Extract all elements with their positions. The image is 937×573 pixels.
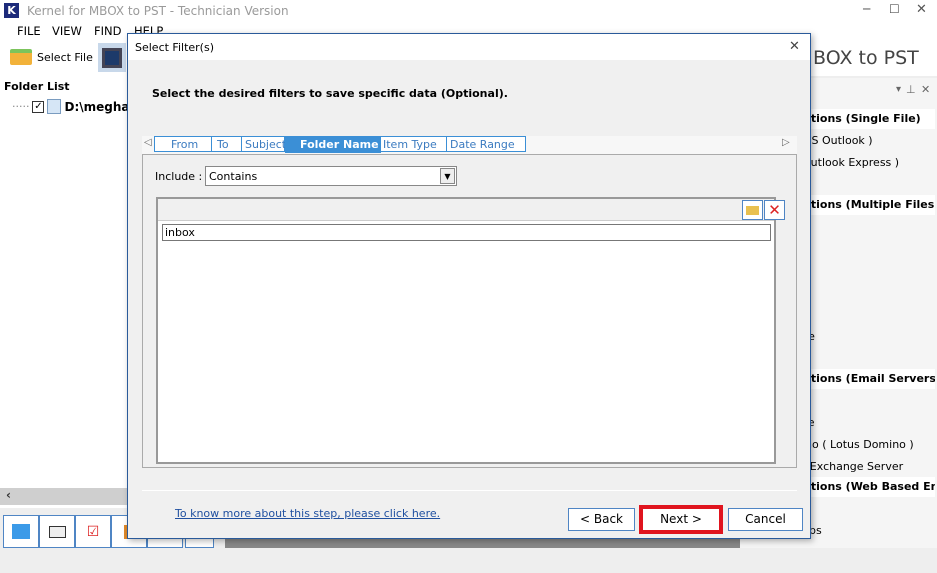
pane-close-icon[interactable]: ✕ xyxy=(921,83,930,96)
tab-folder-name[interactable]: Folder Name xyxy=(285,136,381,153)
open-folder-icon xyxy=(10,49,32,65)
help-link[interactable]: To know more about this step, please cli… xyxy=(175,507,440,520)
select-file-button[interactable]: Select File xyxy=(10,44,93,70)
save-button[interactable] xyxy=(98,43,126,72)
export-option-item[interactable]: MS Outlook ) xyxy=(802,134,937,147)
folder-icon xyxy=(746,206,759,215)
contacts-view-button[interactable] xyxy=(39,515,75,548)
export-option-item[interactable]: 5 xyxy=(802,394,937,407)
chevron-down-icon[interactable]: ▼ xyxy=(440,168,455,184)
folder-list-title: Folder List xyxy=(4,80,70,93)
browse-folder-button[interactable] xyxy=(742,200,763,220)
menu-file[interactable]: FILE xyxy=(17,24,41,38)
tab-item-type[interactable]: Item Type xyxy=(380,136,447,152)
app-heading: BOX to PST xyxy=(813,47,919,69)
options-group-header: ptions (Single File) xyxy=(800,109,935,129)
tab-from[interactable]: From xyxy=(154,136,212,152)
tab-panel: Include : Contains ▼ ✕ inbox xyxy=(142,154,797,468)
options-group-header: ptions (Web Based Emai xyxy=(800,477,935,497)
cancel-button[interactable]: Cancel xyxy=(728,508,803,531)
export-option-item[interactable]: e xyxy=(802,178,937,191)
maximize-button[interactable]: ☐ xyxy=(889,2,900,16)
include-select-value: Contains xyxy=(209,170,258,183)
menu-find[interactable]: FIND xyxy=(94,24,121,38)
close-window-button[interactable]: ✕ xyxy=(916,2,927,17)
select-file-label: Select File xyxy=(37,50,93,64)
app-logo-icon: K xyxy=(4,3,19,18)
export-option-item[interactable]: ino ( Lotus Domino ) xyxy=(802,438,937,451)
checkbox-checked-icon[interactable]: ✓ xyxy=(32,100,45,113)
minimize-button[interactable]: ─ xyxy=(863,2,870,16)
export-option-item[interactable]: ile xyxy=(802,330,937,343)
calendar-icon xyxy=(12,524,30,539)
options-group-header: ptions (Email Servers) xyxy=(800,369,935,389)
menu-view[interactable]: VIEW xyxy=(52,24,82,38)
tab-scroll-right-icon[interactable]: ▷ xyxy=(782,137,790,148)
title-bar: K Kernel for MBOX to PST - Technician Ve… xyxy=(0,0,937,22)
dialog-title: Select Filter(s) xyxy=(135,41,214,54)
contact-card-icon xyxy=(48,525,66,538)
include-select[interactable]: Contains ▼ xyxy=(205,166,457,186)
mail-file-icon xyxy=(47,99,62,114)
tab-scroll-left-icon[interactable]: ◁ xyxy=(144,137,152,148)
tab-strip: ◁ ▷ From To Subject Folder Name Item Typ… xyxy=(142,136,797,154)
task-clipboard-icon: ☑ xyxy=(86,523,100,540)
tasks-view-button[interactable]: ☑ xyxy=(75,515,111,548)
calendar-view-button[interactable] xyxy=(3,515,39,548)
tab-to[interactable]: To xyxy=(211,136,242,152)
pin-icon[interactable]: ⊥ xyxy=(906,83,916,96)
tab-subject[interactable]: Subject xyxy=(241,136,286,152)
filter-list: ✕ inbox xyxy=(156,197,785,464)
status-bar xyxy=(0,548,937,573)
scroll-left-icon[interactable]: ‹ xyxy=(6,488,11,502)
folder-name-input[interactable]: inbox xyxy=(162,224,771,241)
dialog-title-bar: Select Filter(s) ✕ xyxy=(128,34,810,60)
export-option-item[interactable]: se xyxy=(802,416,937,429)
pane-dropdown-icon[interactable]: ▾ xyxy=(896,84,901,95)
dialog-close-button[interactable]: ✕ xyxy=(789,39,800,54)
export-option-item[interactable]: t Exchange Server xyxy=(802,460,937,473)
export-option-item[interactable]: Outlook Express ) xyxy=(802,156,937,169)
back-button[interactable]: < Back xyxy=(568,508,635,531)
window-title: Kernel for MBOX to PST - Technician Vers… xyxy=(27,4,289,18)
dialog-instruction: Select the desired filters to save speci… xyxy=(152,87,508,100)
options-group-header: ptions (Multiple Files) xyxy=(800,195,935,215)
save-disk-icon xyxy=(102,48,122,68)
select-filters-dialog: Select Filter(s) ✕ Select the desired fi… xyxy=(127,33,811,539)
tab-date-range[interactable]: Date Range xyxy=(446,136,526,152)
next-button[interactable]: Next > xyxy=(639,505,723,534)
divider xyxy=(142,490,797,491)
export-option-item[interactable]: pps xyxy=(802,524,937,537)
include-label: Include : xyxy=(155,170,203,183)
delete-filter-button[interactable]: ✕ xyxy=(764,200,785,220)
